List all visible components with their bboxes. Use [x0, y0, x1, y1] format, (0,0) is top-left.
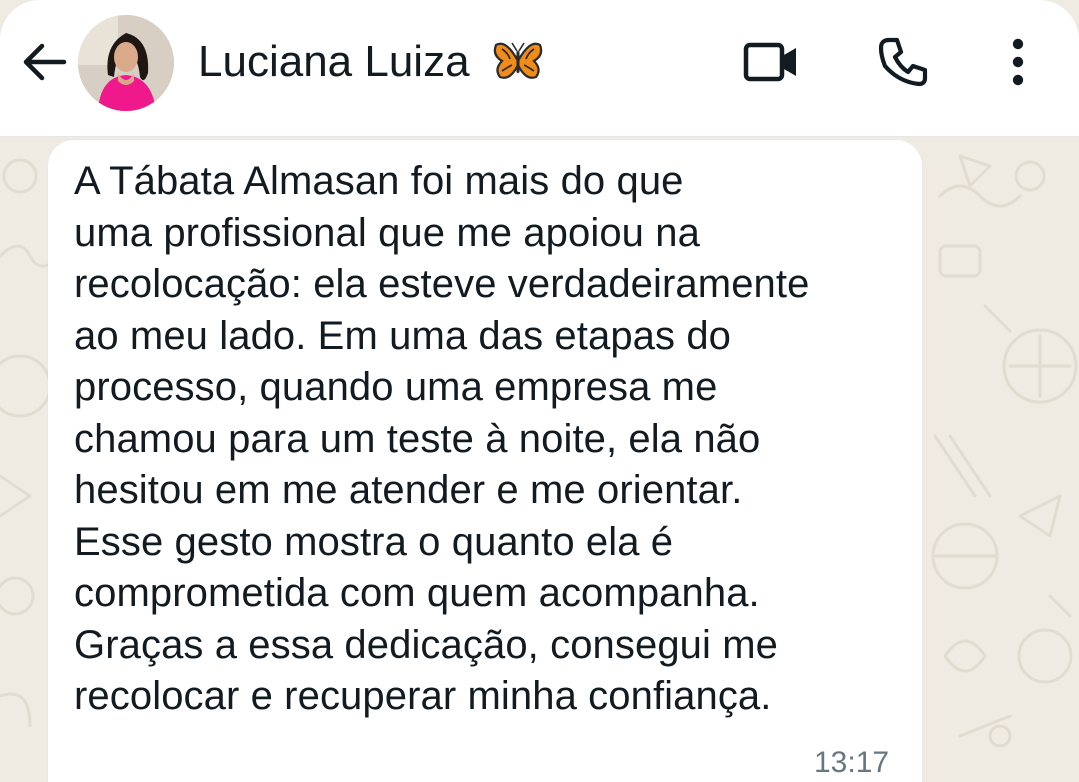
contact-photo: [78, 15, 174, 111]
back-button[interactable]: [18, 36, 70, 88]
message-line: chamou para um teste à noite, ela não: [74, 416, 761, 461]
message-timestamp: 13:17: [814, 746, 890, 779]
message-bubble[interactable]: A Tábata Almasan foi mais do que uma pro…: [48, 140, 922, 782]
chat-screen: Luciana Luiza A Tábata Almasan foi mais …: [0, 0, 1079, 782]
message-line: hesitou em me atender e me orientar.: [74, 468, 743, 512]
message-line: Esse gesto mostra o quanto ela é: [74, 519, 674, 564]
more-options-button[interactable]: [996, 32, 1040, 92]
arrow-left-icon: [23, 43, 67, 81]
contact-name[interactable]: Luciana Luiza: [198, 36, 544, 88]
video-camera-icon: [743, 42, 796, 82]
message-line: ao meu lado. Em uma das etapas do: [74, 313, 732, 358]
message-line: recolocar e recuperar minha confiança.: [74, 674, 772, 718]
voice-call-button[interactable]: [870, 32, 936, 92]
more-vertical-icon: [1012, 38, 1024, 86]
chat-header: Luciana Luiza: [0, 0, 1079, 137]
message-text: A Tábata Almasan foi mais do que uma pro…: [74, 156, 904, 723]
phone-icon: [878, 37, 928, 87]
message-line: recolocação: ela esteve verdadeiramente: [74, 262, 810, 306]
video-call-button[interactable]: [738, 36, 804, 88]
message-line: Graças a essa dedicação, consegui me: [74, 622, 778, 667]
message-line: comprometida com quem acompanha.: [74, 571, 760, 615]
contact-name-text: Luciana Luiza: [198, 37, 470, 86]
butterfly-emoji-icon: [493, 42, 543, 80]
message-line: A Tábata Almasan foi mais do que: [74, 159, 684, 203]
message-line: uma profissional que me apoiou na: [74, 210, 700, 255]
avatar[interactable]: [78, 15, 174, 111]
message-line: processo, quando uma empresa me: [74, 365, 718, 409]
